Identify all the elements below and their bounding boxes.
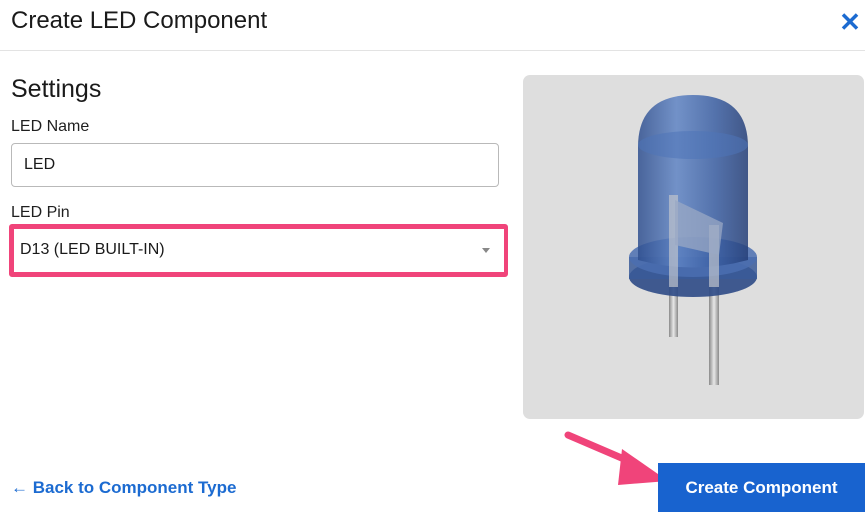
close-icon[interactable]: ✕ [835, 5, 865, 39]
chevron-down-icon [482, 248, 490, 253]
led-pin-select[interactable]: D13 (LED BUILT-IN) [15, 229, 504, 272]
led-name-label: LED Name [11, 118, 90, 135]
dialog-header: Create LED Component ✕ [0, 0, 865, 51]
led-pin-selected-value: D13 (LED BUILT-IN) [20, 241, 165, 258]
led-pin-label: LED Pin [11, 204, 70, 221]
led-image [629, 95, 757, 385]
dialog-title: Create LED Component [11, 7, 268, 34]
led-name-input[interactable] [11, 143, 499, 187]
back-to-component-type-link[interactable]: ← Back to Component Type [11, 478, 236, 498]
led-preview-panel [523, 75, 864, 419]
create-component-button[interactable]: Create Component [658, 463, 865, 512]
settings-heading: Settings [11, 75, 102, 103]
